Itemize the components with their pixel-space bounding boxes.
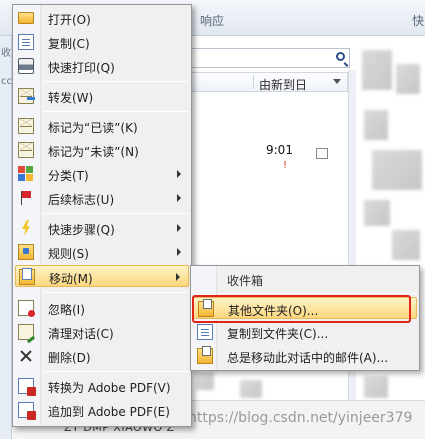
menu-item-delete[interactable]: 删除(D) xyxy=(15,345,189,367)
submenu-arrow-icon xyxy=(177,170,181,178)
submenu-item-always-move[interactable]: 总是移动此对话中的邮件(A)... xyxy=(193,345,417,367)
menu-item-label: 后续标志(U) xyxy=(48,193,115,207)
menu-item-convert-pdf[interactable]: 转换为 Adobe PDF(V) xyxy=(15,375,189,397)
folder-icon xyxy=(198,299,214,317)
sort-arrow-icon xyxy=(333,79,341,84)
sort-order-label[interactable]: 由新到日 xyxy=(259,76,307,93)
ribbon-group-quick: 快 xyxy=(412,14,425,28)
submenu-item-label: 总是移动此对话中的邮件(A)... xyxy=(227,351,389,365)
menu-separator xyxy=(43,371,189,372)
blurred-content xyxy=(196,372,214,390)
menu-item-label: 转发(W) xyxy=(48,91,94,105)
always-move-icon xyxy=(197,346,213,364)
nav-label-inbox: 收 xyxy=(1,48,11,59)
clean-up-icon xyxy=(18,324,34,340)
search-box[interactable] xyxy=(190,48,350,68)
menu-item-label: 快速步骤(Q) xyxy=(48,223,115,237)
move-icon xyxy=(19,268,35,285)
menu-item-clean-up[interactable]: 清理对话(C) xyxy=(15,321,189,343)
menu-separator xyxy=(43,292,189,293)
submenu-item-other-folder[interactable]: 其他文件夹(O)... xyxy=(193,297,417,319)
menu-item-categorize[interactable]: 分类(T) xyxy=(15,163,189,185)
menu-item-label: 快速打印(Q) xyxy=(48,61,115,75)
menu-item-open[interactable]: 打开(O) xyxy=(15,7,189,29)
printer-icon xyxy=(18,58,34,74)
submenu-item-label: 收件箱 xyxy=(227,274,264,288)
copy-to-folder-icon xyxy=(197,324,213,340)
menu-item-follow-up[interactable]: 后续标志(U) xyxy=(15,187,189,209)
menu-item-ignore[interactable]: 忽略(I) xyxy=(15,297,189,319)
context-menu: 打开(O) 复制(C) 快速打印(Q) 转发(W) 标记为“已读”(K) 标记为… xyxy=(12,4,192,427)
blurred-content xyxy=(364,110,388,140)
importance-icon: ! xyxy=(283,160,288,171)
ignore-icon xyxy=(18,300,35,317)
blurred-content xyxy=(240,380,262,398)
menu-item-label: 清理对话(C) xyxy=(48,327,114,341)
menu-separator xyxy=(43,81,189,82)
blurred-content xyxy=(362,50,392,90)
move-submenu: 收件箱 其他文件夹(O)... 复制到文件夹(C)... 总是移动此对话中的邮件… xyxy=(190,265,420,371)
submenu-item-copy-to-folder[interactable]: 复制到文件夹(C)... xyxy=(193,321,417,343)
menu-separator xyxy=(43,111,189,112)
menu-item-quick-steps[interactable]: 快速步骤(Q) xyxy=(15,217,189,239)
menu-item-label: 规则(S) xyxy=(48,247,89,261)
blurred-content xyxy=(392,230,420,260)
menu-item-label: 标记为“已读”(K) xyxy=(48,121,138,135)
watermark: https://blog.csdn.net/yinjeer379 xyxy=(188,410,413,426)
submenu-arrow-icon xyxy=(177,224,181,232)
menu-item-label: 分类(T) xyxy=(48,169,89,183)
message-list-header[interactable]: 由新到日 xyxy=(190,72,348,92)
menu-item-forward[interactable]: 转发(W) xyxy=(15,85,189,107)
menu-item-label: 打开(O) xyxy=(48,13,91,27)
submenu-arrow-icon xyxy=(177,194,181,202)
categorize-icon xyxy=(18,166,34,182)
menu-item-label: 标记为“未读”(N) xyxy=(48,145,139,159)
flag-icon xyxy=(18,190,34,206)
delete-icon xyxy=(18,348,34,364)
copy-icon xyxy=(18,34,34,50)
menu-separator xyxy=(43,213,189,214)
pdf-append-icon xyxy=(18,402,36,420)
menu-item-label: 移动(M) xyxy=(49,272,93,286)
menu-item-label: 复制(C) xyxy=(48,37,90,51)
blurred-content xyxy=(372,150,422,190)
menu-item-label: 删除(D) xyxy=(48,351,91,365)
menu-item-rules[interactable]: 规则(S) xyxy=(15,241,189,263)
blurred-content xyxy=(364,200,390,226)
menu-item-copy[interactable]: 复制(C) xyxy=(15,31,189,53)
nav-label-cc: cc xyxy=(1,76,12,87)
lightning-icon xyxy=(18,220,34,236)
message-envelope-icon xyxy=(316,148,328,159)
menu-item-label: 转换为 Adobe PDF(V) xyxy=(48,381,171,395)
ribbon-group-respond: 响应 xyxy=(200,14,225,28)
submenu-arrow-icon xyxy=(176,273,180,281)
submenu-item-label: 复制到文件夹(C)... xyxy=(227,327,329,341)
menu-item-label: 忽略(I) xyxy=(48,303,85,317)
mark-read-icon xyxy=(18,118,34,134)
blurred-content xyxy=(396,64,420,94)
search-icon[interactable] xyxy=(336,52,345,61)
column-separator xyxy=(253,75,254,90)
menu-item-label: 追加到 Adobe PDF(E) xyxy=(48,405,170,419)
rules-icon xyxy=(18,244,34,260)
submenu-item-inbox[interactable]: 收件箱 xyxy=(193,268,417,290)
open-folder-icon xyxy=(18,12,34,24)
submenu-item-label: 其他文件夹(O)... xyxy=(228,304,319,318)
menu-item-mark-read[interactable]: 标记为“已读”(K) xyxy=(15,115,189,137)
blurred-content xyxy=(364,376,388,398)
pdf-convert-icon xyxy=(18,378,36,396)
menu-item-mark-unread[interactable]: 标记为“未读”(N) xyxy=(15,139,189,161)
message-time: 9:01 xyxy=(266,143,293,157)
menu-separator xyxy=(219,293,417,294)
submenu-arrow-icon xyxy=(177,248,181,256)
menu-item-quick-print[interactable]: 快速打印(Q) xyxy=(15,55,189,77)
menu-item-append-pdf[interactable]: 追加到 Adobe PDF(E) xyxy=(15,399,189,421)
forward-icon xyxy=(18,88,35,104)
mark-unread-icon xyxy=(18,142,34,158)
menu-item-move[interactable]: 移动(M) xyxy=(15,265,189,287)
navigation-pane-edge[interactable]: 收 cc xyxy=(0,36,12,439)
